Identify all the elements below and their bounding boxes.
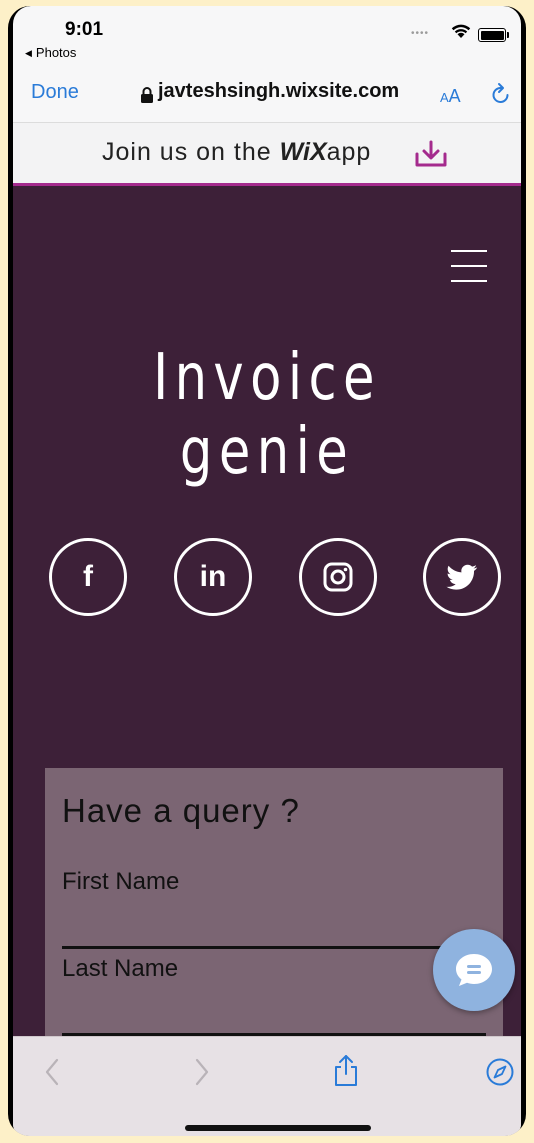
cellular-signal-icon: •••• — [411, 28, 430, 39]
screen: 9:01 ◀ Photos •••• Done javteshsingh.wixs… — [13, 6, 521, 1136]
download-icon[interactable] — [413, 139, 449, 169]
done-button[interactable]: Done — [31, 81, 79, 104]
first-name-label: First Name — [62, 868, 180, 895]
banner-text: Join us on the WiXapp — [102, 138, 371, 167]
instagram-glyph — [323, 562, 353, 592]
text-size-small-label: A — [440, 90, 449, 105]
back-app-label: Photos — [35, 45, 77, 60]
wix-logo: WiX — [279, 138, 327, 166]
status-time: 9:01 — [65, 19, 104, 40]
wifi-icon — [451, 24, 471, 38]
device-frame: 9:01 ◀ Photos •••• Done javteshsingh.wixs… — [8, 6, 526, 1136]
text-size-large-label: A — [448, 86, 461, 106]
facebook-icon[interactable]: f — [49, 538, 127, 616]
back-triangle-icon: ◀ — [25, 48, 32, 58]
last-name-label: Last Name — [62, 955, 179, 982]
back-chevron-icon[interactable] — [43, 1057, 61, 1087]
website-content: Invoice genie f in Have a query ? First … — [13, 186, 521, 1068]
linkedin-glyph: in — [199, 560, 227, 593]
compass-icon[interactable] — [485, 1057, 515, 1087]
share-icon[interactable] — [331, 1053, 361, 1087]
reload-icon[interactable] — [490, 82, 512, 106]
query-form: Have a query ? First Name Last Name — [45, 768, 503, 1068]
site-title: Invoice genie — [153, 341, 381, 489]
text-size-button[interactable]: AA — [440, 86, 461, 107]
battery-icon — [478, 28, 509, 42]
browser-address-bar: Done javteshsingh.wixsite.com AA — [13, 68, 521, 122]
twitter-glyph — [446, 564, 478, 590]
chat-button[interactable] — [433, 929, 515, 1011]
wix-app-banner[interactable]: Join us on the WiXapp — [13, 122, 521, 187]
lock-icon — [141, 87, 153, 103]
back-to-app-link[interactable]: ◀ Photos — [25, 45, 76, 60]
banner-prefix: Join us on the — [102, 138, 280, 166]
status-bar: 9:01 ◀ Photos •••• — [13, 6, 521, 66]
twitter-icon[interactable] — [423, 538, 501, 616]
url-text[interactable]: javteshsingh.wixsite.com — [158, 80, 399, 103]
linkedin-icon[interactable]: in — [174, 538, 252, 616]
facebook-glyph: f — [83, 560, 93, 593]
hamburger-menu-icon[interactable] — [451, 248, 487, 284]
browser-toolbar — [13, 1036, 521, 1136]
forward-chevron-icon[interactable] — [193, 1057, 211, 1087]
chat-bubble-icon — [456, 954, 492, 986]
first-name-input[interactable] — [62, 946, 486, 949]
home-indicator — [185, 1125, 371, 1131]
banner-suffix: app — [326, 138, 372, 166]
form-heading: Have a query ? — [62, 792, 300, 829]
instagram-icon[interactable] — [299, 538, 377, 616]
